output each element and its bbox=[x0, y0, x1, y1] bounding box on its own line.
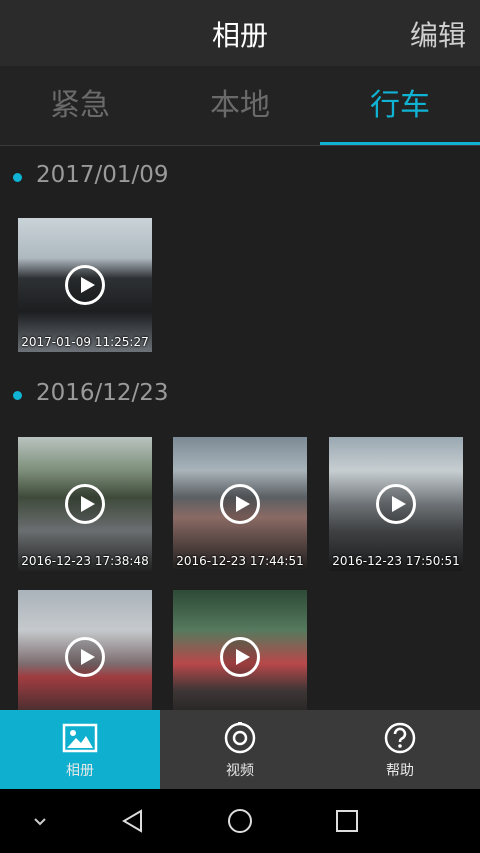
nav-video-label: 视频 bbox=[226, 763, 254, 779]
gallery-content[interactable]: 2017/01/09 2017-01-09 11:25:27 2016/12/2… bbox=[0, 146, 480, 710]
nav-album-label: 相册 bbox=[66, 763, 94, 779]
system-navigation-bar bbox=[0, 789, 480, 853]
play-icon[interactable] bbox=[65, 265, 105, 305]
app-header: 相册 编辑 bbox=[0, 0, 480, 66]
edit-button[interactable]: 编辑 bbox=[410, 14, 466, 54]
video-timestamp: 2016-12-23 17:38:48 bbox=[21, 554, 149, 568]
home-icon[interactable] bbox=[226, 807, 254, 835]
page-title: 相册 bbox=[211, 19, 268, 52]
group-date: 2016/12/23 bbox=[36, 380, 169, 406]
video-thumbnail[interactable]: 2016-12-23 17:50:51 bbox=[329, 437, 463, 571]
video-thumbnail[interactable] bbox=[173, 590, 307, 710]
nav-video[interactable]: 视频 bbox=[160, 710, 320, 789]
date-group-header: 2017/01/09 bbox=[0, 158, 480, 198]
play-icon[interactable] bbox=[220, 637, 260, 677]
back-icon[interactable] bbox=[119, 807, 147, 835]
bullet-dot bbox=[13, 173, 22, 182]
bottom-navigation: 相册 视频 帮助 bbox=[0, 710, 480, 789]
video-thumbnail[interactable]: 2016-12-23 17:38:48 bbox=[18, 437, 152, 571]
help-icon bbox=[384, 722, 416, 754]
recents-icon[interactable] bbox=[333, 807, 361, 835]
camera-lens-icon bbox=[224, 722, 256, 754]
nav-help-label: 帮助 bbox=[386, 763, 414, 779]
play-icon[interactable] bbox=[65, 484, 105, 524]
chevron-down-icon[interactable] bbox=[26, 807, 54, 835]
tab-local[interactable]: 本地 bbox=[160, 66, 320, 146]
nav-album[interactable]: 相册 bbox=[0, 710, 160, 789]
group-date: 2017/01/09 bbox=[36, 162, 169, 188]
video-timestamp: 2016-12-23 17:44:51 bbox=[176, 554, 304, 568]
tab-emergency[interactable]: 紧急 bbox=[0, 66, 160, 146]
play-icon[interactable] bbox=[376, 484, 416, 524]
video-timestamp: 2017-01-09 11:25:27 bbox=[21, 335, 149, 349]
date-group-header: 2016/12/23 bbox=[0, 376, 480, 416]
video-thumbnail[interactable] bbox=[18, 590, 152, 710]
video-thumbnail[interactable]: 2017-01-09 11:25:27 bbox=[18, 218, 152, 352]
play-icon[interactable] bbox=[220, 484, 260, 524]
tab-driving[interactable]: 行车 bbox=[320, 66, 480, 146]
play-icon[interactable] bbox=[65, 637, 105, 677]
video-thumbnail[interactable]: 2016-12-23 17:44:51 bbox=[173, 437, 307, 571]
bullet-dot bbox=[13, 391, 22, 400]
video-timestamp: 2016-12-23 17:50:51 bbox=[332, 554, 460, 568]
image-icon bbox=[62, 723, 98, 753]
nav-help[interactable]: 帮助 bbox=[320, 710, 480, 789]
tab-bar: 紧急 本地 行车 bbox=[0, 66, 480, 146]
